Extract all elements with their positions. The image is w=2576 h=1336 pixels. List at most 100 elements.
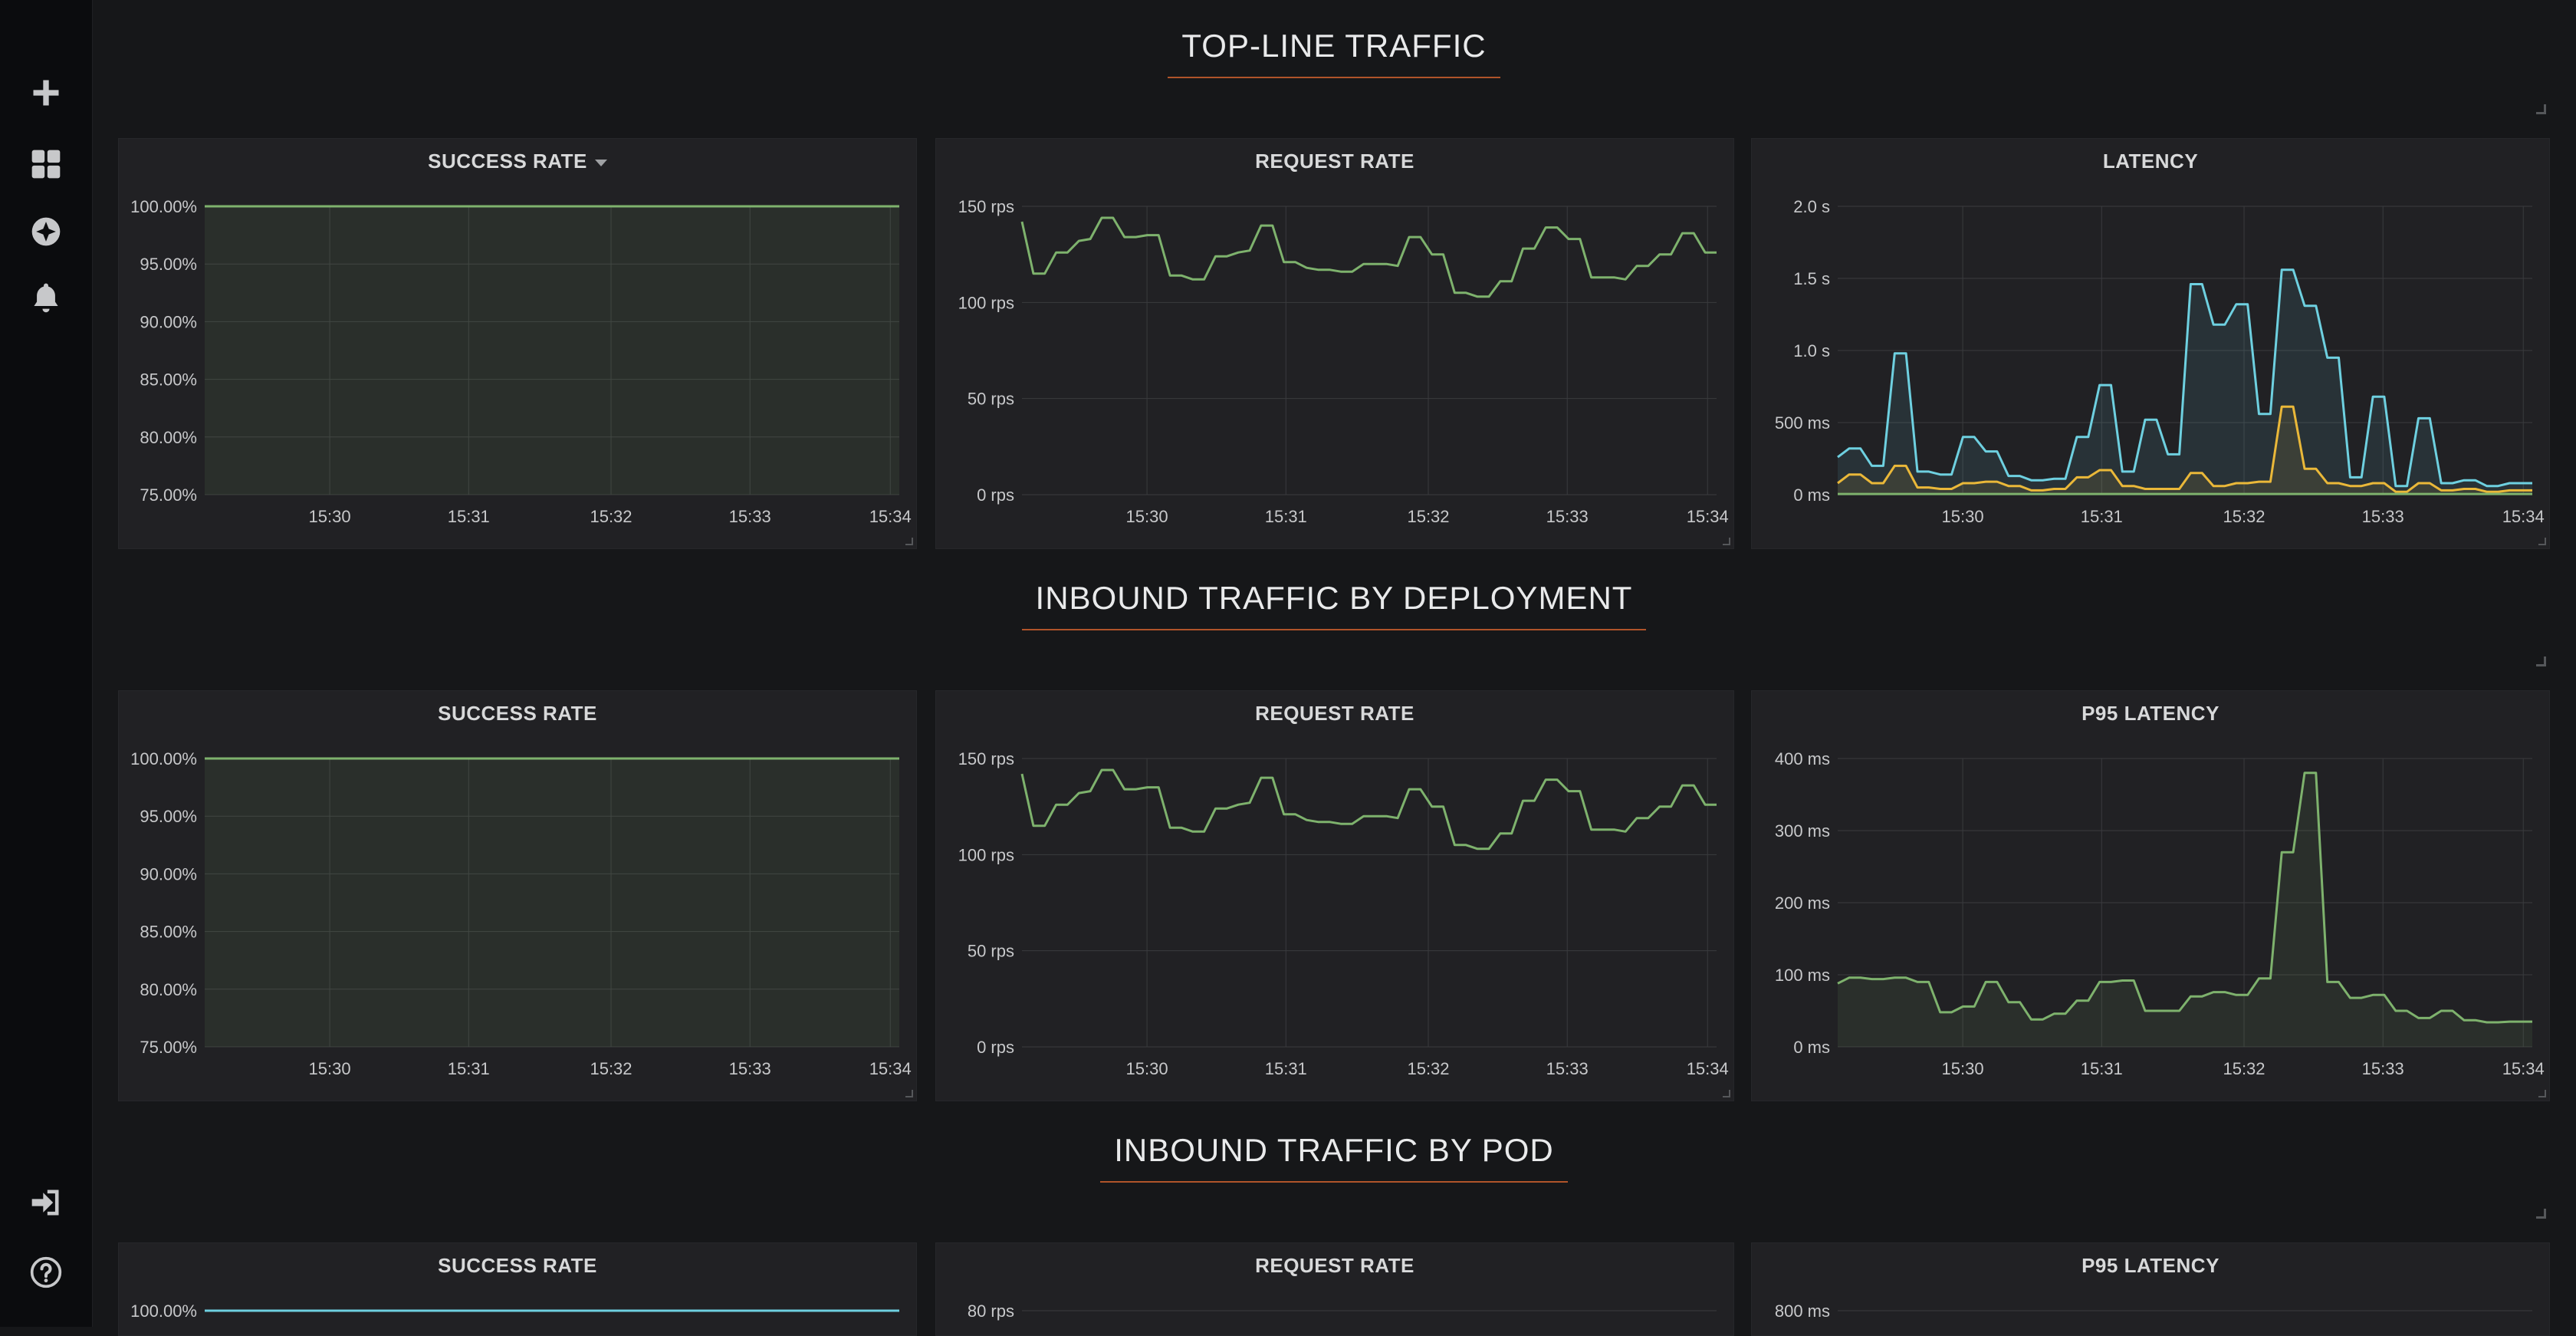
y-tick-label: 75.00%	[140, 485, 197, 505]
row-title-text: INBOUND TRAFFIC BY DEPLOYMENT	[1021, 580, 1647, 630]
y-tick-label: 0 rps	[977, 485, 1014, 505]
x-tick-label: 15:32	[1407, 507, 1449, 526]
chart: 0 rps 50 rps 100 rps 150 rps 15:30 15:31 15:32…	[958, 749, 1729, 1078]
x-tick-label: 15:34	[2502, 1059, 2545, 1078]
x-tick-label: 15:34	[869, 1059, 912, 1078]
sidebar	[0, 0, 93, 1327]
graph-panel[interactable]: P95 LATENCY 800 ms	[1751, 1242, 2550, 1336]
help-icon[interactable]	[28, 1254, 64, 1291]
graph-panel[interactable]: SUCCESS RATE 75.00% 80.00% 85.00% 90.00% 95.0…	[118, 138, 917, 549]
x-tick-label: 15:31	[2081, 507, 2123, 526]
x-tick-label: 15:34	[869, 507, 912, 526]
graph-panel[interactable]: LATENCY 0 ms 500 ms 1.0 s 1.5 s 2.0 s 15:30 15:…	[1751, 138, 2550, 549]
y-tick-label: 80.00%	[140, 428, 197, 447]
panel-resize-handle[interactable]	[905, 538, 913, 545]
graph-panel[interactable]: P95 LATENCY 0 ms 100 ms 200 ms 300 ms 400 ms 1…	[1751, 690, 2550, 1101]
x-tick-label: 15:31	[2081, 1059, 2123, 1078]
x-tick-label: 15:32	[590, 507, 632, 526]
graph-panel[interactable]: REQUEST RATE 0 rps 50 rps 100 rps 150 rps 15:…	[935, 138, 1734, 549]
chart: 100.00%	[130, 1301, 899, 1321]
graph-panel[interactable]: SUCCESS RATE 75.00% 80.00% 85.00% 90.00% 95.0…	[118, 690, 917, 1101]
series-line-0	[1020, 768, 1717, 851]
y-tick-label: 2.0 s	[1793, 197, 1830, 216]
series-area-0	[1838, 772, 2532, 1047]
row-title-text: TOP-LINE TRAFFIC	[1168, 28, 1500, 78]
chart: 800 ms	[1775, 1301, 2532, 1321]
y-tick-label: 0 ms	[1793, 485, 1830, 505]
graph-panel[interactable]: REQUEST RATE 80 rps	[935, 1242, 1734, 1336]
chart: 0 ms 500 ms 1.0 s 1.5 s 2.0 s 15:30 15:31 15:32…	[1775, 197, 2545, 526]
x-tick-label: 15:30	[1942, 507, 1984, 526]
y-tick-label: 85.00%	[140, 923, 197, 942]
sign-in-icon[interactable]	[28, 1184, 64, 1221]
panel-resize-handle[interactable]	[905, 1090, 913, 1097]
x-tick-label: 15:30	[309, 507, 351, 526]
y-tick-label: 50 rps	[968, 390, 1014, 409]
graph-panel[interactable]: REQUEST RATE 0 rps 50 rps 100 rps 150 rps 15:…	[935, 690, 1734, 1101]
chart: 0 ms 100 ms 200 ms 300 ms 400 ms 15:30 15:31 15…	[1775, 749, 2545, 1078]
series-area-0	[205, 758, 899, 1047]
row-resize-handle[interactable]	[2536, 1209, 2546, 1219]
row-resize-handle[interactable]	[2536, 656, 2546, 666]
series-area-0	[205, 206, 899, 495]
row-title-pod[interactable]: INBOUND TRAFFIC BY POD	[92, 1132, 2576, 1183]
y-tick-label: 800 ms	[1775, 1301, 1830, 1321]
y-tick-label: 100 rps	[958, 293, 1014, 312]
y-tick-label: 100.00%	[130, 749, 197, 768]
x-tick-label: 15:31	[448, 507, 490, 526]
panel-resize-handle[interactable]	[2538, 1090, 2546, 1097]
panel-resize-handle[interactable]	[1723, 538, 1730, 545]
dashboards-icon[interactable]	[28, 146, 64, 183]
x-tick-label: 15:32	[1407, 1059, 1449, 1078]
x-tick-label: 15:32	[590, 1059, 632, 1078]
row-title-text: INBOUND TRAFFIC BY POD	[1100, 1132, 1568, 1183]
x-tick-label: 15:33	[729, 507, 771, 526]
y-tick-label: 1.0 s	[1793, 341, 1830, 360]
y-tick-label: 100 rps	[958, 845, 1014, 864]
alerting-icon[interactable]	[28, 279, 64, 316]
x-tick-label: 15:32	[2223, 507, 2265, 526]
panel-resize-handle[interactable]	[1723, 1090, 1730, 1097]
x-tick-label: 15:33	[729, 1059, 771, 1078]
x-tick-label: 15:33	[1546, 507, 1589, 526]
series-line-0	[1837, 772, 2532, 1024]
series-line-0	[1020, 216, 1717, 298]
y-tick-label: 80 rps	[968, 1301, 1014, 1321]
chart: 75.00% 80.00% 85.00% 90.00% 95.00% 100.00% 15:…	[130, 749, 912, 1078]
x-tick-label: 15:31	[1265, 1059, 1307, 1078]
chart: 80 rps	[968, 1301, 1717, 1321]
y-tick-label: 150 rps	[958, 197, 1014, 216]
y-tick-label: 0 ms	[1793, 1038, 1830, 1057]
row-title-top-line[interactable]: TOP-LINE TRAFFIC	[92, 28, 2576, 78]
y-tick-label: 50 rps	[968, 942, 1014, 961]
panel-resize-handle[interactable]	[2538, 538, 2546, 545]
y-tick-label: 95.00%	[140, 807, 197, 826]
y-tick-label: 85.00%	[140, 370, 197, 390]
graph-panel[interactable]: SUCCESS RATE 100.00%	[118, 1242, 917, 1336]
x-tick-label: 15:33	[1546, 1059, 1589, 1078]
x-tick-label: 15:31	[448, 1059, 490, 1078]
plus-icon[interactable]	[28, 74, 64, 111]
y-tick-label: 100 ms	[1775, 966, 1830, 985]
x-tick-label: 15:33	[2362, 1059, 2404, 1078]
x-tick-label: 15:34	[2502, 507, 2545, 526]
x-tick-label: 15:30	[1126, 507, 1168, 526]
x-tick-label: 15:33	[2362, 507, 2404, 526]
explore-icon[interactable]	[28, 213, 64, 250]
y-tick-label: 100.00%	[130, 197, 197, 216]
y-tick-label: 80.00%	[140, 980, 197, 999]
y-tick-label: 500 ms	[1775, 413, 1830, 433]
row-title-deployment[interactable]: INBOUND TRAFFIC BY DEPLOYMENT	[92, 580, 2576, 630]
y-tick-label: 100.00%	[130, 1301, 197, 1321]
y-tick-label: 90.00%	[140, 312, 197, 331]
y-tick-label: 0 rps	[977, 1038, 1014, 1057]
x-tick-label: 15:30	[1942, 1059, 1984, 1078]
x-tick-label: 15:34	[1687, 507, 1729, 526]
x-tick-label: 15:32	[2223, 1059, 2265, 1078]
row-resize-handle[interactable]	[2536, 104, 2546, 114]
x-tick-label: 15:30	[1126, 1059, 1168, 1078]
chart: 75.00% 80.00% 85.00% 90.00% 95.00% 100.00% 15:…	[130, 197, 912, 526]
y-tick-label: 90.00%	[140, 864, 197, 884]
y-tick-label: 300 ms	[1775, 821, 1830, 841]
x-tick-label: 15:34	[1687, 1059, 1729, 1078]
